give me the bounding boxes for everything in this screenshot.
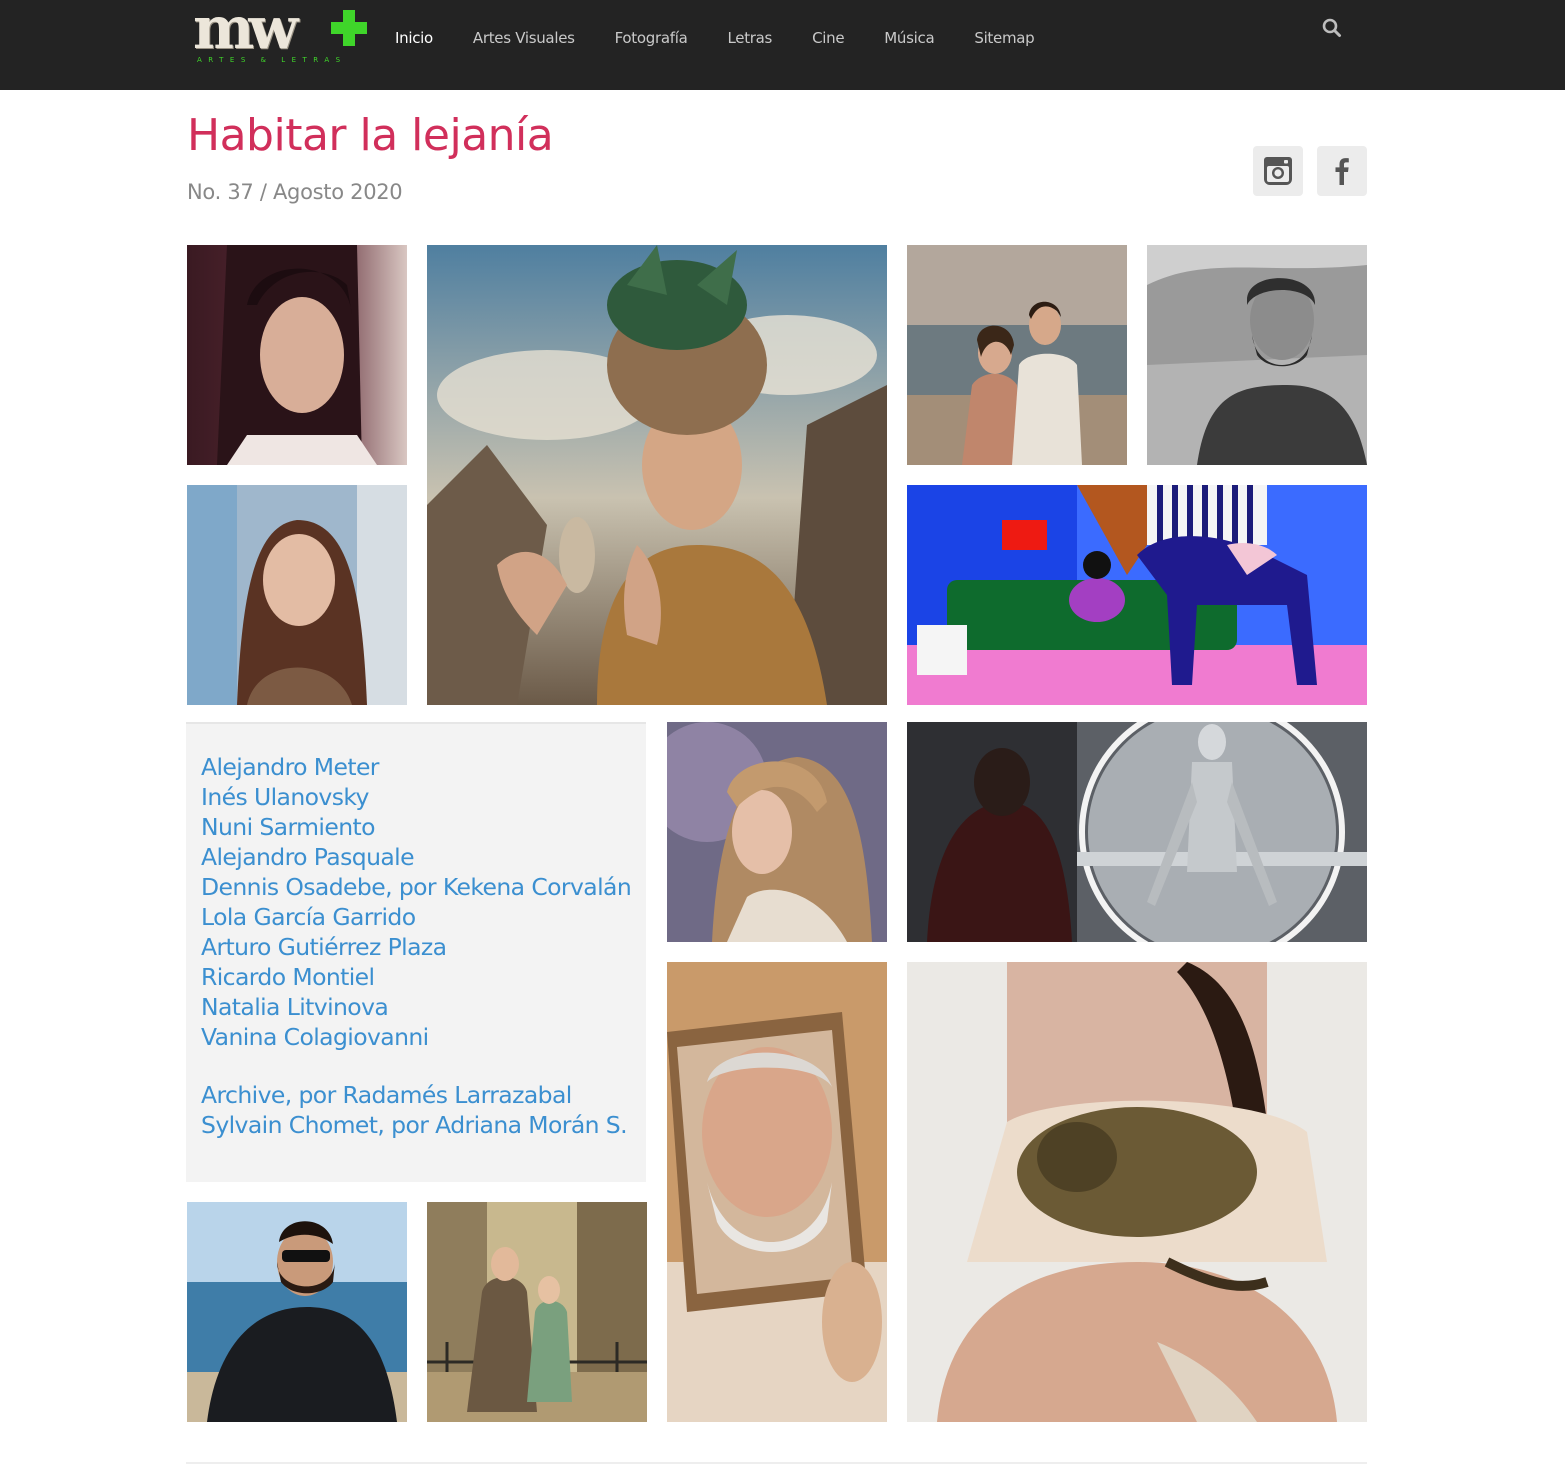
top-navbar: mw ARTES & LETRAS Inicio Artes Visuales …: [0, 0, 1565, 90]
page-title: Habitar la lejanía: [187, 110, 554, 161]
search-icon[interactable]: [1320, 16, 1344, 40]
portrait-photo-man-sunglasses-beach[interactable]: [187, 1202, 407, 1422]
animation-still-street-couple[interactable]: [427, 1202, 647, 1422]
portrait-photo-bearded-man[interactable]: [1147, 245, 1367, 465]
nav-item-fotografia[interactable]: Fotografía: [595, 29, 708, 47]
issue-subtitle: No. 37 / Agosto 2020: [187, 180, 403, 204]
contributor-link[interactable]: Inés Ulanovsky: [201, 782, 631, 812]
vintage-photo-couple-beach[interactable]: [907, 245, 1127, 465]
contributor-link[interactable]: Nuni Sarmiento: [201, 812, 631, 842]
film-still-robot-lab[interactable]: [907, 722, 1367, 942]
site-logo[interactable]: mw ARTES & LETRAS: [193, 0, 373, 66]
nav-item-artes-visuales[interactable]: Artes Visuales: [453, 29, 595, 47]
contributor-link[interactable]: Natalia Litvinova: [201, 992, 631, 1022]
portrait-photo-woman-selfie[interactable]: [187, 485, 407, 705]
nav-item-letras[interactable]: Letras: [708, 29, 793, 47]
feature-link[interactable]: Sylvain Chomet, por Adriana Morán S.: [201, 1110, 631, 1140]
contributor-link[interactable]: Vanina Colagiovanni: [201, 1022, 631, 1052]
illustration-couch-horse[interactable]: [907, 485, 1367, 705]
nav-item-sitemap[interactable]: Sitemap: [954, 29, 1054, 47]
logo-subtitle: ARTES & LETRAS: [197, 56, 347, 64]
facebook-button[interactable]: [1317, 146, 1367, 196]
featured-painting-woman-with-plants[interactable]: [427, 245, 887, 705]
instagram-button[interactable]: [1253, 146, 1303, 196]
logo-plus-icon: [331, 10, 367, 46]
facebook-icon: [1335, 158, 1349, 185]
contributor-link[interactable]: Ricardo Montiel: [201, 962, 631, 992]
photo-woman-holding-animal[interactable]: [907, 962, 1367, 1422]
logo-wordmark: mw: [193, 0, 298, 62]
main-nav: Inicio Artes Visuales Fotografía Letras …: [375, 0, 1054, 75]
contributor-link[interactable]: Alejandro Meter: [201, 752, 631, 782]
film-still-old-man-mirror[interactable]: [667, 962, 887, 1422]
contributor-link[interactable]: Arturo Gutiérrez Plaza: [201, 932, 631, 962]
portrait-photo-woman-dark-hair[interactable]: [187, 245, 407, 465]
contributor-link[interactable]: Alejandro Pasquale: [201, 842, 631, 872]
contributors-list: Alejandro Meter Inés Ulanovsky Nuni Sarm…: [186, 722, 646, 1182]
nav-item-inicio[interactable]: Inicio: [375, 29, 453, 47]
nav-item-musica[interactable]: Música: [864, 29, 954, 47]
footer-divider: [186, 1462, 1367, 1464]
nav-item-cine[interactable]: Cine: [792, 29, 864, 47]
feature-link[interactable]: Archive, por Radamés Larrazabal: [201, 1080, 631, 1110]
contributor-link[interactable]: Dennis Osadebe, por Kekena Corvalán: [201, 872, 632, 902]
film-still-woman-profile[interactable]: [667, 722, 887, 942]
contributor-link[interactable]: Lola García Garrido: [201, 902, 631, 932]
instagram-icon: [1264, 157, 1292, 185]
